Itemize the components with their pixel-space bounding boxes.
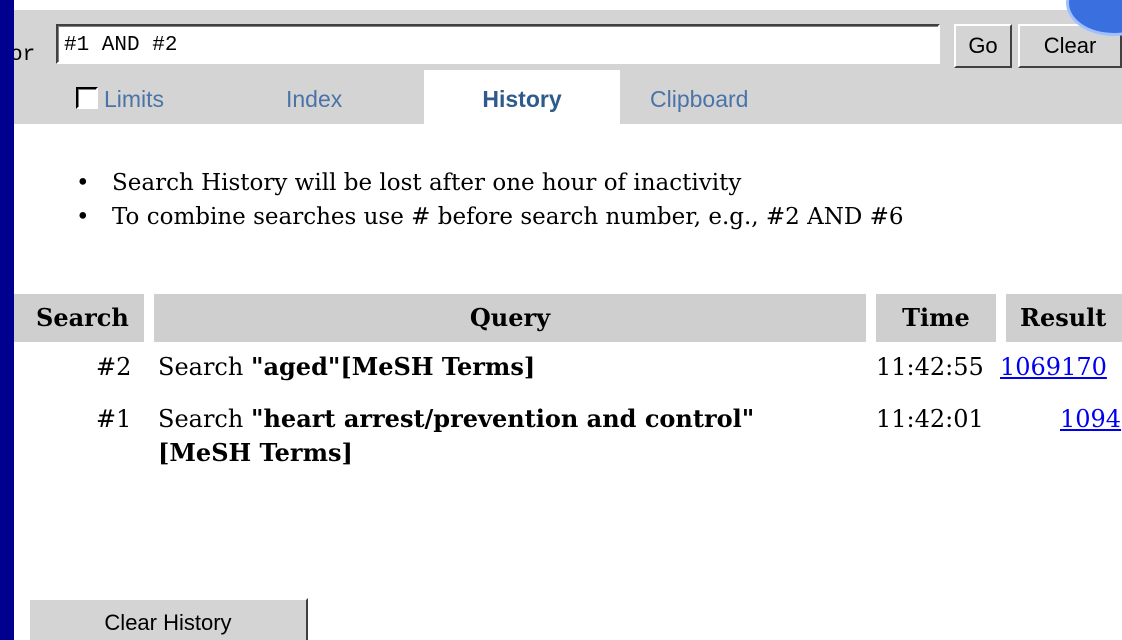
search-time: 11:42:01 xyxy=(876,405,984,433)
header-search: Search xyxy=(14,294,144,342)
query-prefix: Search xyxy=(158,405,244,433)
tab-limits[interactable]: Limits xyxy=(76,70,164,124)
result-count-link[interactable]: 1094 xyxy=(1060,402,1121,436)
bullet-icon: • xyxy=(76,204,90,230)
tab-bar: Limits Index History Clipboard xyxy=(14,70,1122,126)
note-item: • To combine searches use # before search… xyxy=(76,200,904,234)
result-count-link[interactable]: 1069170 xyxy=(1000,350,1107,384)
history-page: or #1 AND #2 Go Clear Limits Index Histo… xyxy=(14,0,1122,640)
query-text: Search "aged"[MeSH Terms] xyxy=(158,350,758,384)
go-button[interactable]: Go xyxy=(954,24,1012,68)
note-text: To combine searches use # before search … xyxy=(112,204,904,230)
header-time: Time xyxy=(876,294,996,342)
query-prefix: Search xyxy=(158,353,244,381)
search-number: #2 xyxy=(96,353,132,381)
query-term: "aged"[MeSH Terms] xyxy=(250,352,536,381)
limits-checkbox[interactable] xyxy=(76,87,98,109)
query-term: "heart arrest/prevention and control"[Me… xyxy=(158,404,755,467)
tab-history[interactable]: History xyxy=(424,70,620,126)
search-input[interactable]: #1 AND #2 xyxy=(56,24,940,64)
query-text: Search "heart arrest/prevention and cont… xyxy=(158,402,758,470)
clear-history-button[interactable]: Clear History xyxy=(28,598,308,640)
header-result: Result xyxy=(1006,294,1122,342)
bullet-icon: • xyxy=(76,170,90,196)
tab-limits-label: Limits xyxy=(104,86,165,112)
tab-index[interactable]: Index xyxy=(286,70,342,124)
history-notes: • Search History will be lost after one h… xyxy=(76,166,904,234)
search-for-label: or xyxy=(14,44,36,67)
header-query: Query xyxy=(154,294,866,342)
search-number: #1 xyxy=(96,405,132,433)
note-text: Search History will be lost after one ho… xyxy=(112,170,742,196)
search-time: 11:42:55 xyxy=(876,353,984,381)
tab-clipboard[interactable]: Clipboard xyxy=(650,70,748,124)
note-item: • Search History will be lost after one h… xyxy=(76,166,904,200)
search-bar: or #1 AND #2 Go Clear xyxy=(14,10,1122,70)
